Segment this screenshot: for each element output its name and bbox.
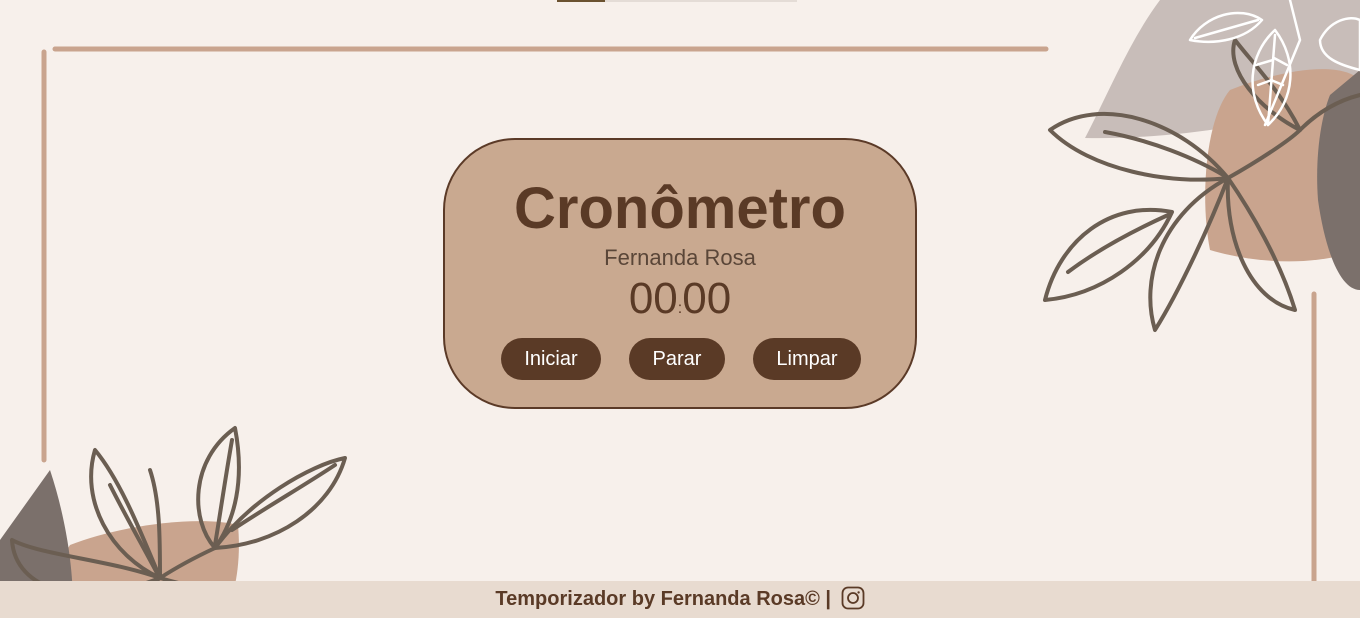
- leaves-white-top-right: [1188, 0, 1360, 127]
- stop-button[interactable]: Parar: [629, 338, 725, 380]
- footer: Temporizador by Fernanda Rosa© |: [0, 581, 1360, 618]
- instagram-icon[interactable]: [841, 586, 865, 610]
- timer-display: 00:00: [445, 274, 915, 334]
- top-strip-accent: [557, 0, 605, 2]
- blob-tan-top-right: [1205, 69, 1360, 262]
- page: Cronômetro Fernanda Rosa 00:00 Iniciar P…: [0, 0, 1360, 618]
- stopwatch-card: Cronômetro Fernanda Rosa 00:00 Iniciar P…: [443, 138, 917, 409]
- leaves-top-right: [1043, 38, 1360, 332]
- start-button[interactable]: Iniciar: [501, 338, 601, 380]
- page-title: Cronômetro: [514, 176, 846, 241]
- blob-darkgrey-right: [1317, 70, 1360, 290]
- footer-text: Temporizador by Fernanda Rosa© |: [495, 588, 831, 610]
- author-name: Fernanda Rosa: [604, 245, 756, 270]
- blob-grey-top-right: [1085, 0, 1360, 139]
- timer-minutes: 00: [628, 274, 678, 323]
- timer-seconds: 00: [682, 274, 732, 323]
- clear-button[interactable]: Limpar: [753, 338, 861, 380]
